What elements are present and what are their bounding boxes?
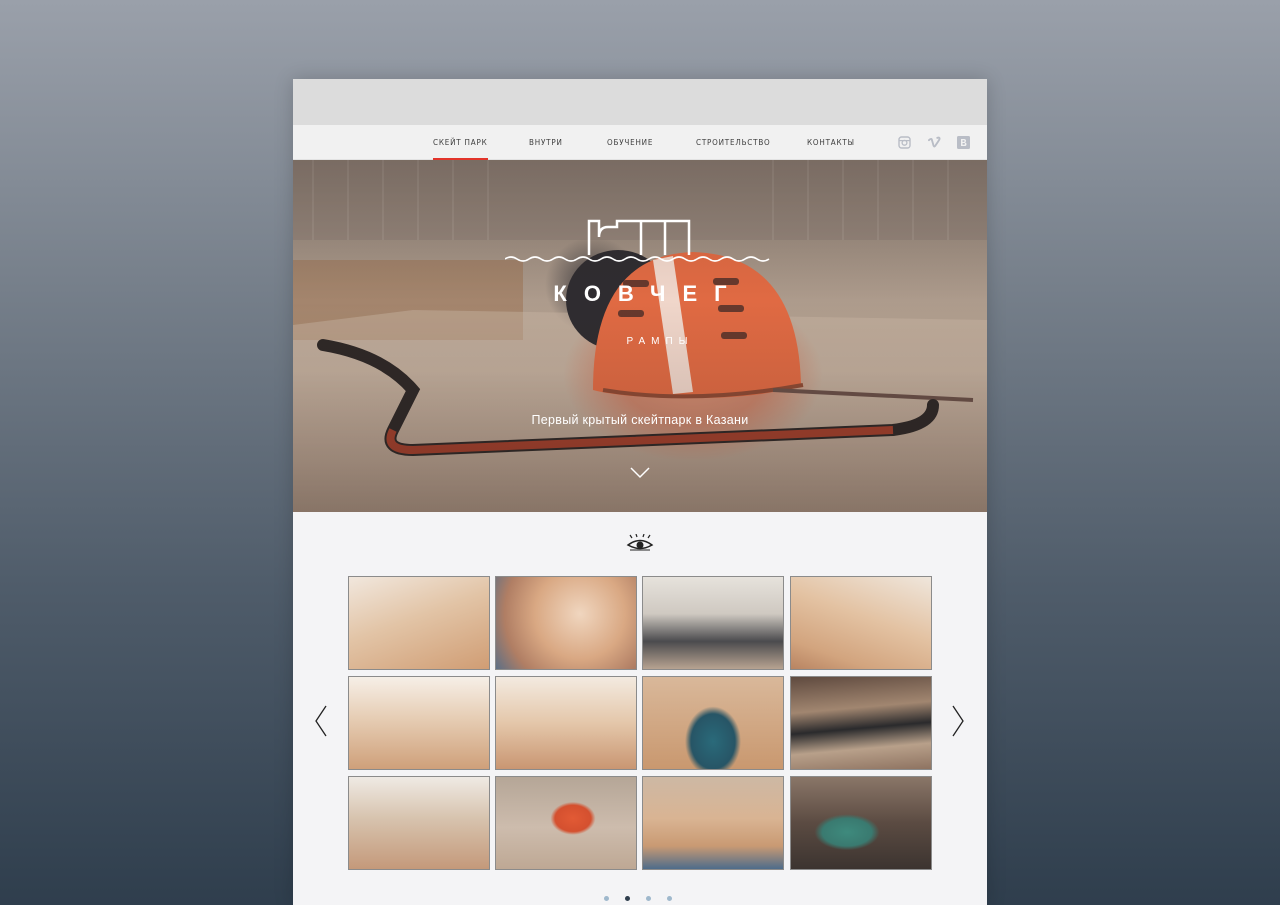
nav-inside[interactable]: ВНУТРИ [529, 125, 563, 160]
pagination-dot[interactable] [604, 896, 609, 901]
logo-subtitle: РАМПЫ [626, 336, 694, 347]
gallery-thumb[interactable] [790, 576, 932, 670]
chevron-down-icon[interactable] [630, 466, 650, 484]
gallery-thumb[interactable] [642, 676, 784, 770]
gallery-thumb[interactable] [495, 676, 637, 770]
vimeo-icon[interactable] [928, 136, 941, 149]
nav-construction[interactable]: СТРОИТЕЛЬСТВО [696, 125, 771, 160]
logo-title: КОВЧЕГ [553, 281, 744, 306]
gallery-thumb[interactable] [348, 576, 490, 670]
gallery-thumb[interactable] [495, 576, 637, 670]
gallery-thumb[interactable] [790, 776, 932, 870]
nav-training[interactable]: ОБУЧЕНИЕ [607, 125, 653, 160]
gallery-thumb[interactable] [642, 776, 784, 870]
hero-tagline: Первый крытый скейтпарк в Казани [531, 413, 749, 427]
nav-contacts[interactable]: КОНТАКТЫ [807, 125, 855, 160]
chevron-left-icon[interactable] [314, 705, 328, 742]
instagram-icon[interactable] [898, 136, 911, 149]
gallery-section [293, 512, 987, 905]
pagination-dot[interactable] [667, 896, 672, 901]
browser-top-bar [293, 79, 987, 125]
vk-icon[interactable] [957, 136, 970, 149]
nav-skatepark[interactable]: СКЕЙТ ПАРК [433, 125, 488, 160]
logo-ramp-icon [505, 219, 770, 262]
gallery-thumb[interactable] [495, 776, 637, 870]
gallery-thumb[interactable] [348, 676, 490, 770]
pagination-dot-active[interactable] [625, 896, 630, 901]
main-nav: СКЕЙТ ПАРК ВНУТРИ ОБУЧЕНИЕ СТРОИТЕЛЬСТВО… [293, 125, 987, 160]
eye-icon [626, 533, 654, 559]
gallery-thumb[interactable] [642, 576, 784, 670]
hero-section: КОВЧЕГ РАМПЫ Первый крытый скейтпарк в К… [293, 160, 987, 512]
site-frame: СКЕЙТ ПАРК ВНУТРИ ОБУЧЕНИЕ СТРОИТЕЛЬСТВО… [293, 79, 987, 905]
gallery-thumb[interactable] [790, 676, 932, 770]
gallery-thumb[interactable] [348, 776, 490, 870]
pagination-dot[interactable] [646, 896, 651, 901]
chevron-right-icon[interactable] [951, 705, 965, 742]
